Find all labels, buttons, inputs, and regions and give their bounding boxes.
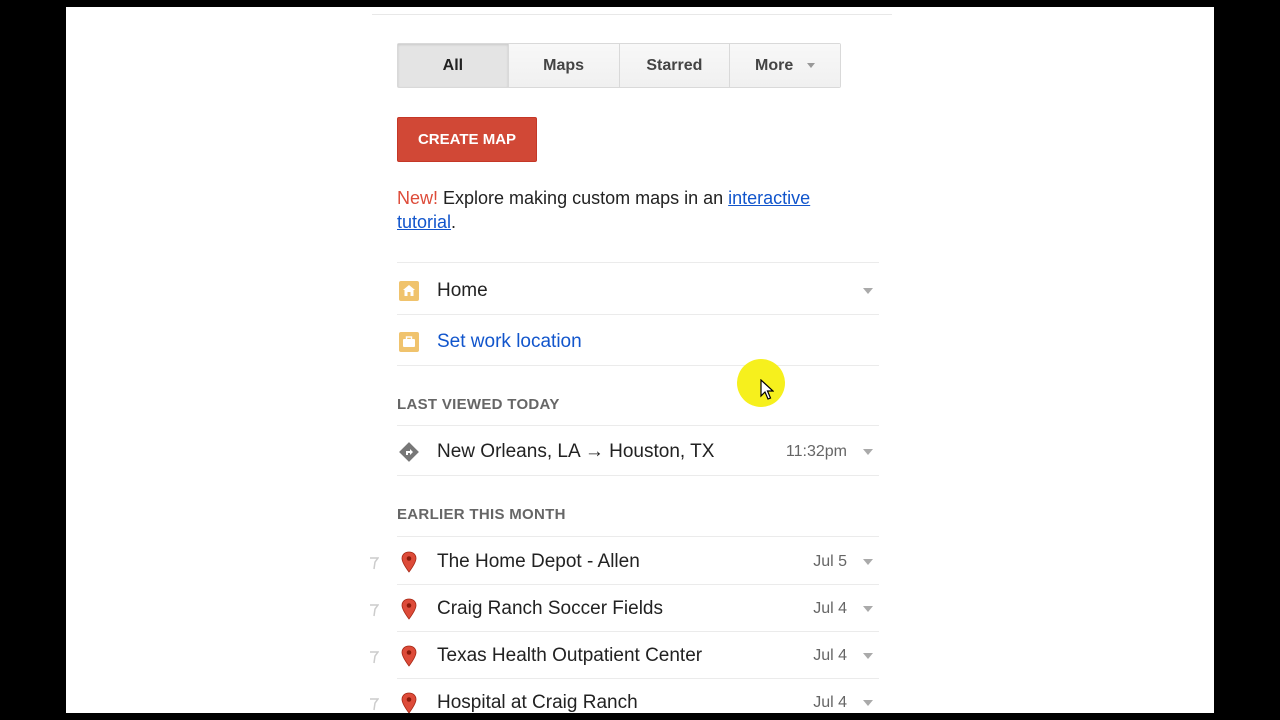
place-name: Hospital at Craig Ranch bbox=[437, 692, 638, 713]
place-date: Jul 4 bbox=[813, 647, 847, 664]
map-pin-icon bbox=[397, 597, 421, 621]
filter-tabs: All Maps Starred More bbox=[397, 43, 841, 88]
tutorial-promo: New! Explore making custom maps in an in… bbox=[397, 186, 887, 234]
divider bbox=[397, 262, 879, 263]
tab-maps[interactable]: Maps bbox=[508, 44, 620, 87]
chevron-down-icon[interactable] bbox=[863, 653, 873, 659]
directions-icon bbox=[397, 440, 421, 464]
divider bbox=[397, 425, 879, 426]
tab-more[interactable]: More bbox=[730, 44, 840, 87]
chevron-down-icon[interactable] bbox=[863, 559, 873, 565]
chevron-down-icon[interactable] bbox=[863, 606, 873, 612]
tab-label: All bbox=[442, 56, 464, 74]
place-date: Jul 4 bbox=[813, 600, 847, 617]
map-pin-icon bbox=[397, 691, 421, 713]
divider bbox=[397, 475, 879, 476]
star-icon[interactable] bbox=[369, 697, 379, 711]
list-item[interactable]: The Home Depot - Allen Jul 5 bbox=[397, 539, 879, 585]
map-pin-icon bbox=[397, 644, 421, 668]
route-label: New Orleans, LA → Houston, TX bbox=[437, 441, 715, 462]
set-work-location-label: Set work location bbox=[437, 331, 582, 352]
place-date: Jul 5 bbox=[813, 553, 847, 570]
tab-all[interactable]: All bbox=[398, 44, 509, 87]
create-map-button[interactable]: CREATE MAP bbox=[397, 117, 537, 162]
tab-label: Starred bbox=[646, 56, 703, 74]
mouse-pointer-icon bbox=[760, 379, 774, 400]
divider bbox=[397, 536, 879, 537]
divider bbox=[397, 365, 879, 366]
set-work-location-row[interactable]: Set work location bbox=[397, 319, 879, 365]
recent-route-row[interactable]: New Orleans, LA → Houston, TX 11:32pm bbox=[397, 429, 879, 475]
home-location-row[interactable]: Home bbox=[397, 268, 879, 314]
new-badge: New! bbox=[397, 188, 439, 208]
section-heading-last-viewed: LAST VIEWED TODAY bbox=[397, 396, 560, 413]
promo-text: Explore making custom maps in an bbox=[438, 188, 729, 208]
divider bbox=[397, 631, 879, 632]
chevron-down-icon[interactable] bbox=[863, 700, 873, 706]
list-item[interactable]: Hospital at Craig Ranch Jul 4 bbox=[397, 680, 879, 713]
star-icon[interactable] bbox=[369, 556, 379, 570]
top-divider bbox=[372, 14, 892, 15]
promo-period: . bbox=[451, 212, 457, 232]
place-date: Jul 4 bbox=[813, 694, 847, 711]
star-icon[interactable] bbox=[369, 650, 379, 664]
home-icon bbox=[397, 279, 421, 303]
list-item[interactable]: Craig Ranch Soccer Fields Jul 4 bbox=[397, 586, 879, 632]
home-label: Home bbox=[437, 280, 488, 301]
place-name: Craig Ranch Soccer Fields bbox=[437, 598, 663, 619]
place-name: The Home Depot - Allen bbox=[437, 551, 640, 572]
tab-label: Maps bbox=[543, 56, 585, 74]
star-icon[interactable] bbox=[369, 603, 379, 617]
list-item[interactable]: Texas Health Outpatient Center Jul 4 bbox=[397, 633, 879, 679]
chevron-down-icon bbox=[807, 63, 816, 68]
place-name: Texas Health Outpatient Center bbox=[437, 645, 703, 666]
viewed-time: 11:32pm bbox=[785, 443, 847, 460]
divider bbox=[397, 314, 879, 315]
divider bbox=[397, 584, 879, 585]
chevron-down-icon[interactable] bbox=[863, 449, 873, 455]
chevron-down-icon[interactable] bbox=[863, 288, 873, 294]
tab-starred[interactable]: Starred bbox=[619, 44, 731, 87]
interactive-tutorial-link[interactable]: interactive bbox=[728, 188, 810, 208]
section-heading-earlier: EARLIER THIS MONTH bbox=[397, 506, 566, 523]
divider bbox=[397, 678, 879, 679]
interactive-tutorial-link[interactable]: tutorial bbox=[397, 212, 451, 232]
briefcase-icon bbox=[397, 330, 421, 354]
maps-panel: All Maps Starred More CREATE MAP New! Ex… bbox=[66, 7, 1214, 713]
tab-label: More bbox=[755, 56, 794, 74]
map-pin-icon bbox=[397, 550, 421, 574]
